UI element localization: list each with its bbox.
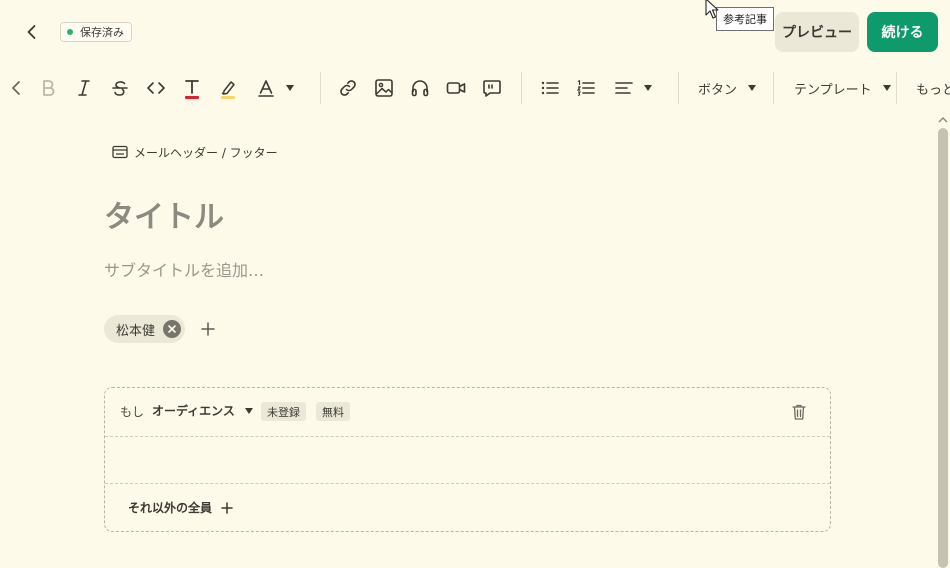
audience-dropdown[interactable]: オーディエンス [152,402,253,419]
bulleted-list-icon [541,81,559,95]
insert-audio-button[interactable] [408,76,432,100]
code-button[interactable] [144,76,168,100]
image-icon [375,79,393,97]
audience-dropdown-label: オーディエンス [152,404,235,418]
title-input[interactable]: タイトル [104,192,224,236]
align-dropdown[interactable] [612,76,660,100]
font-style-dropdown[interactable] [254,76,302,100]
button-dropdown-label: ボタン [698,82,738,98]
toolbar-divider [320,72,321,104]
toolbar-divider [896,72,897,104]
chevron-down-icon [748,85,757,91]
plus-icon [201,322,215,336]
more-dropdown[interactable]: もっと見 [916,76,950,100]
text-color-button[interactable] [180,76,204,100]
chevron-down-icon [286,85,294,91]
chevron-down-icon [644,85,652,91]
condition-divider [105,483,830,484]
link-icon [340,80,356,96]
code-icon [147,82,165,94]
add-author-button[interactable] [198,319,218,339]
back-button[interactable] [20,20,44,44]
insert-video-button[interactable] [444,76,468,100]
condition-divider [105,436,830,437]
chevron-left-icon [27,25,36,39]
quote-icon [483,80,501,97]
delete-condition-button[interactable] [790,402,808,422]
align-left-icon [615,82,633,94]
bulleted-list-button[interactable] [538,76,562,100]
text-color-icon [185,80,199,99]
audience-tag-free[interactable]: 無料 [316,402,350,421]
insert-quote-button[interactable] [480,76,504,100]
headphones-icon [411,80,429,97]
saved-status-badge: 保存済み [60,22,132,42]
insert-link-button[interactable] [336,76,360,100]
preview-button[interactable]: プレビュー [775,12,859,52]
email-header-footer-label: メールヘッダー / フッター [134,145,278,160]
bold-button[interactable] [36,76,60,100]
toolbar-scroll-left-button[interactable] [4,76,28,100]
strikethrough-icon [112,81,128,96]
layout-icon [112,145,128,159]
add-else-condition-button[interactable]: それ以外の全員 [128,499,233,516]
numbered-list-icon [576,79,595,96]
scrollbar-thumb[interactable] [938,128,948,568]
toolbar-divider [773,72,774,104]
strikethrough-button[interactable] [108,76,132,100]
tooltip: 参考記事 [716,7,774,31]
italic-icon [78,80,90,96]
insert-image-button[interactable] [372,76,396,100]
else-label: それ以外の全員 [128,501,213,515]
chevron-down-icon [882,85,891,91]
status-dot-icon [67,29,73,35]
close-icon [168,325,176,333]
plus-icon [221,501,233,514]
continue-button[interactable]: 続ける [867,12,938,52]
subtitle-input[interactable]: サブタイトルを追加… [104,257,264,281]
trash-icon [792,404,806,420]
saved-status-label: 保存済み [80,26,124,39]
remove-author-button[interactable] [163,320,182,338]
email-header-footer-link[interactable]: メールヘッダー / フッター [112,143,278,161]
font-style-icon [258,80,274,97]
chevron-down-icon [244,407,253,414]
highlight-button[interactable] [216,76,240,100]
author-name: 松本健 [116,323,156,339]
author-chip: 松本健 [104,315,186,343]
highlighter-icon [221,81,235,99]
audience-tag-unregistered[interactable]: 未登録 [261,402,306,421]
toolbar-divider [678,72,679,104]
numbered-list-button[interactable] [574,76,598,100]
chevron-left-icon [12,81,20,95]
scroll-up-arrow-icon[interactable] [938,116,948,124]
button-dropdown[interactable]: ボタン [698,76,757,100]
bold-icon [43,80,55,96]
italic-button[interactable] [72,76,96,100]
template-dropdown-label: テンプレート [794,82,872,98]
toolbar-divider [521,72,522,104]
template-dropdown[interactable]: テンプレート [794,76,891,100]
mouse-cursor-icon [705,0,721,20]
more-dropdown-label: もっと見 [916,82,950,98]
condition-if-label: もし [120,405,145,419]
video-icon [446,82,466,94]
